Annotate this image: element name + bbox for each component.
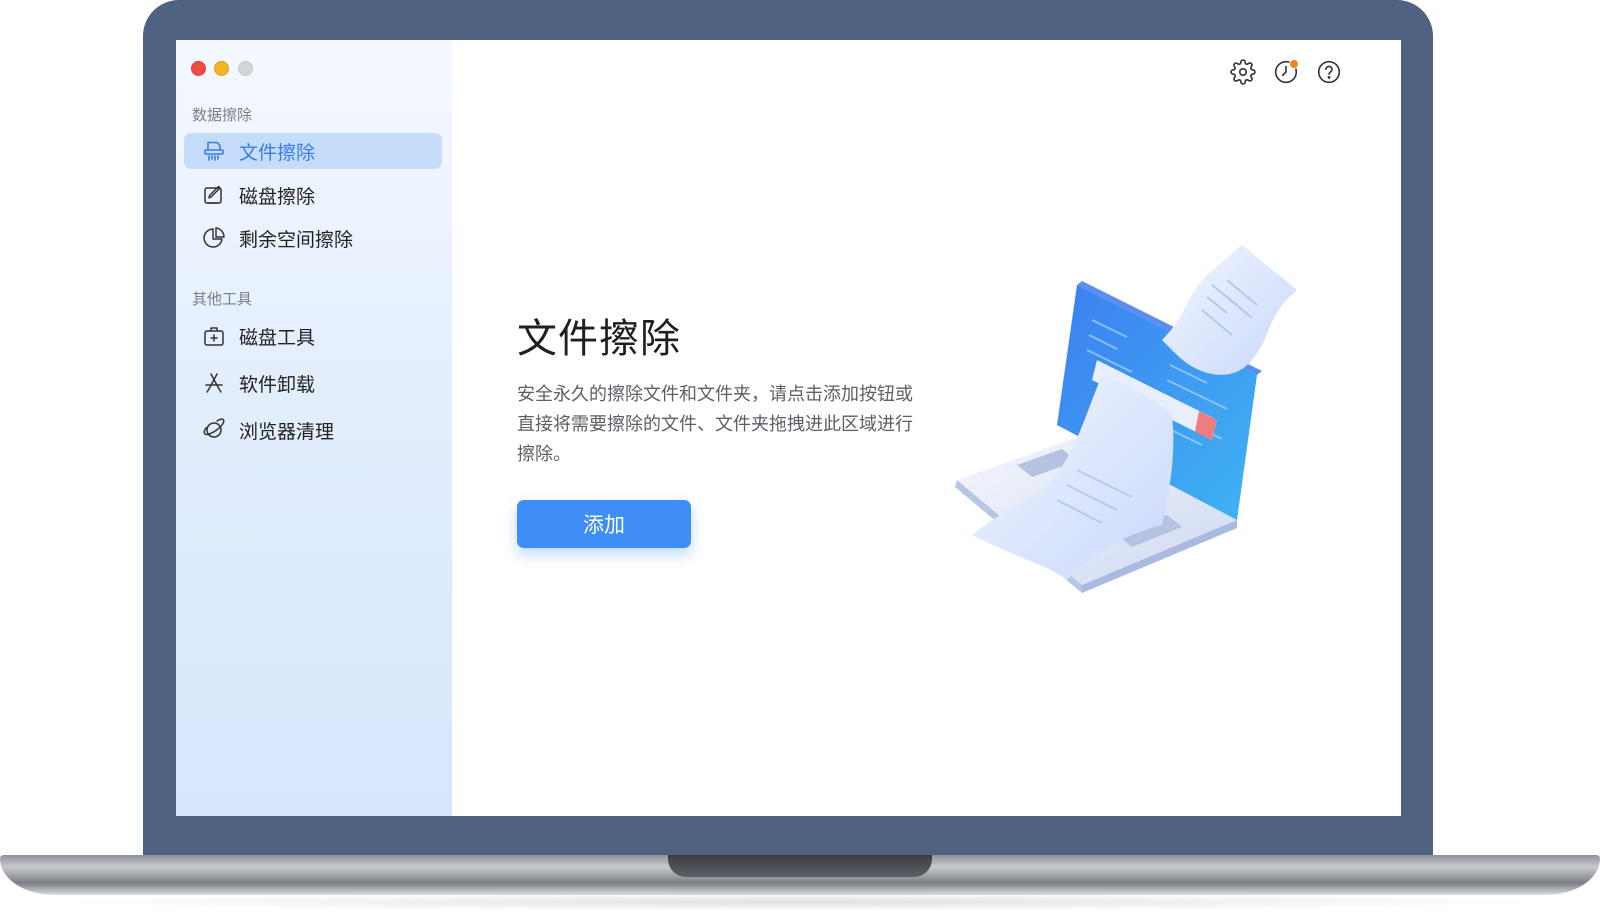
planet-icon xyxy=(202,418,226,442)
history-button[interactable] xyxy=(1271,57,1301,87)
window-minimize-button[interactable] xyxy=(214,61,229,76)
sidebar-item-free-space-erase[interactable]: 剩余空间擦除 xyxy=(184,220,442,256)
sidebar-item-label: 浏览器清理 xyxy=(239,420,335,443)
window-close-button[interactable] xyxy=(191,61,206,76)
sidebar-item-label: 磁盘工具 xyxy=(239,326,316,349)
sidebar-item-browser-clean[interactable]: 浏览器清理 xyxy=(184,412,442,448)
sidebar-item-label: 软件卸载 xyxy=(239,373,316,396)
sidebar-item-label: 磁盘擦除 xyxy=(239,185,316,208)
page-title: 文件擦除 xyxy=(517,316,681,362)
app-window: 数据擦除 文件擦除 磁盘擦除 剩余空间擦除 其他工具 磁盘工具 软件卸载 浏览器… xyxy=(176,40,1401,816)
sidebar-item-label: 剩余空间擦除 xyxy=(239,228,354,251)
add-button[interactable]: 添加 xyxy=(517,500,691,548)
sidebar-item-uninstall[interactable]: 软件卸载 xyxy=(184,365,442,401)
disk-tool-icon xyxy=(202,324,226,348)
notification-dot xyxy=(1289,59,1299,69)
sidebar-item-label: 文件擦除 xyxy=(239,141,316,164)
sidebar-item-file-erase[interactable]: 文件擦除 xyxy=(184,133,442,169)
laptop-shadow xyxy=(40,893,1560,911)
settings-button[interactable] xyxy=(1228,57,1258,87)
app-store-icon xyxy=(202,371,226,395)
file-shredder-icon xyxy=(202,139,226,163)
pie-chart-icon xyxy=(202,226,226,250)
section-label-other-tools: 其他工具 xyxy=(192,290,253,308)
gear-icon xyxy=(1230,59,1256,85)
disk-erase-icon xyxy=(202,183,226,207)
help-icon xyxy=(1317,60,1341,84)
file-shredder-illustration xyxy=(927,235,1327,605)
page-description: 安全永久的擦除文件和文件夹，请点击添加按钮或直接将需要擦除的文件、文件夹拖拽进此… xyxy=(517,384,913,465)
sidebar-item-disk-tool[interactable]: 磁盘工具 xyxy=(184,318,442,354)
laptop-notch xyxy=(668,855,932,877)
help-button[interactable] xyxy=(1314,57,1344,87)
window-maximize-button[interactable] xyxy=(238,61,253,76)
main-panel: 文件擦除 安全永久的擦除文件和文件夹，请点击添加按钮或直接将需要擦除的文件、文件… xyxy=(452,40,1401,816)
sidebar-item-disk-erase[interactable]: 磁盘擦除 xyxy=(184,177,442,213)
section-label-data-erase: 数据擦除 xyxy=(192,106,253,124)
sidebar: 数据擦除 文件擦除 磁盘擦除 剩余空间擦除 其他工具 磁盘工具 软件卸载 浏览器… xyxy=(176,40,452,816)
